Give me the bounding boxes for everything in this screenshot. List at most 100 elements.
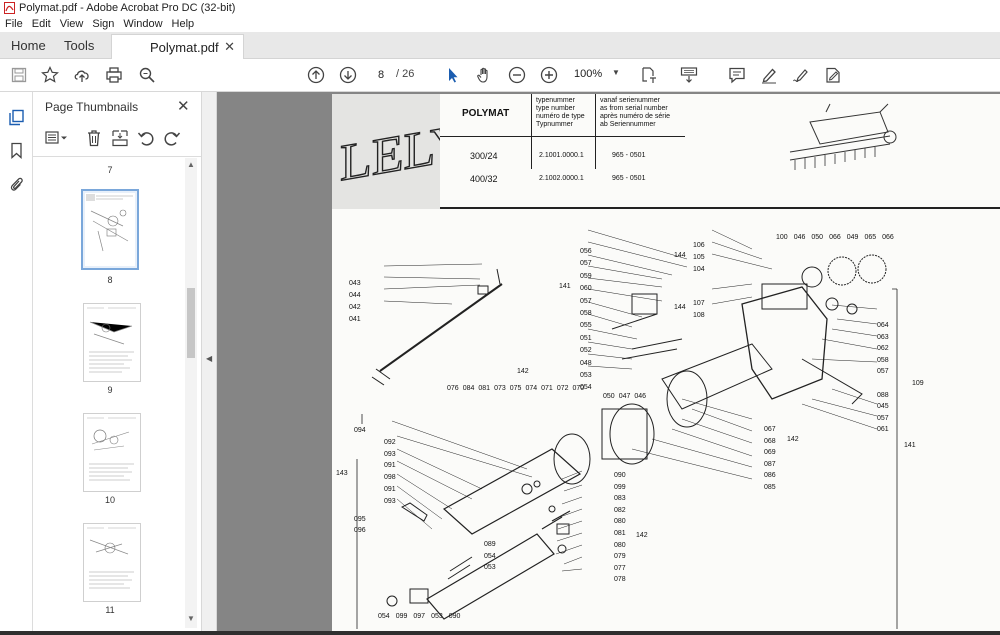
find-zoom-icon[interactable]	[138, 66, 156, 84]
page-number-input[interactable]: 8	[370, 66, 392, 84]
callout-group-141-right: 141	[904, 442, 916, 449]
page-total: / 26	[396, 68, 415, 80]
title-bar: Polymat.pdf - Adobe Acrobat Pro DC (32-b…	[0, 0, 1000, 16]
thumbnail-page-8[interactable]	[81, 189, 139, 270]
panel-title: Page Thumbnails	[45, 100, 139, 114]
thumbnail-label-7: 7	[107, 165, 113, 175]
upload-cloud-icon[interactable]	[73, 66, 91, 84]
callouts-lower-mid: 089 054 053	[484, 541, 496, 572]
menu-window[interactable]: Window	[123, 18, 162, 30]
thumbnail-page-11[interactable]	[83, 523, 141, 602]
insert-page-icon[interactable]	[111, 129, 129, 147]
tab-tools[interactable]: Tools	[64, 38, 94, 53]
attachments-paperclip-icon[interactable]	[8, 176, 25, 193]
thumbnails-scroll-thumb[interactable]	[187, 288, 195, 358]
page-thumbnails-icon[interactable]	[8, 109, 25, 126]
left-navigation-rail	[0, 92, 33, 635]
keyboard-scroll-icon[interactable]	[680, 66, 698, 84]
print-icon[interactable]	[105, 66, 123, 84]
thumbnail-page-10[interactable]	[83, 413, 141, 492]
panel-splitter[interactable]: ◀	[201, 92, 217, 635]
callouts-top-right-b: 107 108	[693, 300, 705, 319]
callouts-mid-row: 076 084 081 073 075 074 071 072 070	[447, 385, 585, 392]
close-panel-icon[interactable]: ✕	[177, 97, 190, 115]
thumbnail-page-10-preview	[87, 417, 136, 481]
callouts-top-right-a: 106 105 104	[693, 242, 705, 273]
row1-model: 300/24	[470, 151, 498, 161]
zoom-dropdown-caret-icon[interactable]: ▼	[612, 68, 620, 77]
tab-document-label: Polymat.pdf	[150, 40, 219, 55]
hand-tool-icon[interactable]	[476, 66, 494, 84]
callouts-upper-mid: 056 057 059 060 057 058 055 051 052 048 053 054	[580, 248, 592, 392]
tab-home[interactable]: Home	[11, 38, 46, 53]
options-menu-icon[interactable]	[45, 130, 69, 146]
thumbnail-label-9: 9	[107, 385, 113, 395]
menu-help[interactable]: Help	[172, 18, 195, 30]
callouts-left-rod: 043 044 042 041	[349, 280, 361, 323]
thumbnail-label-10: 10	[104, 495, 115, 505]
zoom-out-icon[interactable]	[508, 66, 526, 84]
thumbnails-scrollbar[interactable]: ▲ ▼	[185, 158, 197, 628]
menu-view[interactable]: View	[60, 18, 84, 30]
draw-signature-icon[interactable]	[792, 66, 810, 84]
thumbnail-page-11-preview	[87, 527, 136, 589]
document-viewport[interactable]: LELY POLYMAT typenummer type number numéro…	[217, 92, 1000, 635]
thumbnail-label-8: 8	[107, 275, 113, 285]
next-page-icon[interactable]	[339, 66, 357, 84]
callouts-center-col: 090 099 083 082 080 081 080 079 077 078	[614, 472, 626, 584]
thumbnail-page-9[interactable]	[83, 303, 141, 382]
collapse-panel-arrow-icon[interactable]: ◀	[206, 354, 212, 363]
callout-group-142-center: 142	[636, 532, 648, 539]
page-thumbnails-panel: Page Thumbnails ✕ 7 8 9 10 11 ▲ ▼	[33, 92, 201, 635]
menu-sign[interactable]: Sign	[92, 18, 114, 30]
callout-group-142-top: 142	[517, 368, 529, 375]
thumbnail-page-9-preview	[87, 307, 136, 373]
delete-page-trash-icon[interactable]	[86, 129, 102, 147]
row2-type: 2.1002.0000.1	[539, 175, 584, 182]
tab-document[interactable]: Polymat.pdf ✕	[111, 34, 244, 60]
window-title: Polymat.pdf - Adobe Acrobat Pro DC (32-b…	[19, 2, 236, 14]
bookmarks-icon[interactable]	[8, 142, 25, 159]
bookmark-star-icon[interactable]	[41, 66, 59, 84]
save-icon[interactable]	[10, 66, 28, 84]
comment-icon[interactable]	[728, 66, 746, 84]
menu-bar: File Edit View Sign Window Help	[0, 16, 1000, 32]
callouts-left-col: 094 092 093 091 098 091 093 095 096	[354, 427, 396, 535]
menu-file[interactable]: File	[5, 18, 23, 30]
fill-sign-icon[interactable]	[824, 66, 842, 84]
menu-edit[interactable]: Edit	[32, 18, 51, 30]
callouts-right-col: 064 063 062 058 057 109 088 045 057 061	[877, 322, 924, 434]
callout-group-144-a: 144	[674, 252, 686, 259]
previous-page-icon[interactable]	[307, 66, 325, 84]
thumbnail-tools	[41, 128, 191, 150]
scroll-up-arrow-icon[interactable]: ▲	[187, 160, 195, 169]
callout-group-142-right: 142	[787, 436, 799, 443]
highlight-pen-icon[interactable]	[760, 66, 778, 84]
scroll-down-arrow-icon[interactable]: ▼	[187, 614, 195, 623]
select-cursor-icon[interactable]	[444, 66, 462, 84]
parts-header-table: POLYMAT typenummer type number numéro de t…	[440, 94, 1000, 209]
zoom-in-icon[interactable]	[540, 66, 558, 84]
callouts-mid-row-b: 050 047 046	[603, 393, 647, 400]
taskbar-edge	[0, 631, 1000, 635]
rotate-clockwise-icon[interactable]	[163, 129, 181, 147]
callouts-top-row: 100 046 050 066 049 065 066	[776, 234, 894, 241]
callout-group-144-b: 144	[674, 304, 686, 311]
tab-bar: Home Tools Polymat.pdf ✕	[0, 32, 1000, 60]
acrobat-pdf-icon	[4, 2, 15, 14]
close-tab-icon[interactable]: ✕	[224, 39, 235, 55]
callouts-center-right: 067 068 069 087 086 085	[764, 426, 776, 491]
zoom-level[interactable]: 100%	[574, 68, 602, 80]
seed-drill-illustration	[789, 103, 897, 170]
thumbnail-page-8-preview	[85, 193, 135, 266]
serial-number-header: vanaf serienummer as from serial number ap…	[600, 97, 671, 128]
row2-serial: 965 - 0501	[612, 175, 646, 182]
row1-type: 2.1001.0000.1	[539, 152, 584, 159]
lely-logo: LELY	[332, 94, 440, 209]
rotate-counterclockwise-icon[interactable]	[137, 129, 155, 147]
callout-group-141-mid: 141	[559, 283, 571, 290]
page-fit-icon[interactable]	[640, 66, 658, 84]
type-number-header: typenummer type number numéro de type Typnu…	[536, 97, 585, 128]
pdf-page: LELY POLYMAT typenummer type number numéro…	[332, 94, 1000, 635]
callouts-bottom-row: 054 099 097 053 090	[378, 613, 461, 620]
